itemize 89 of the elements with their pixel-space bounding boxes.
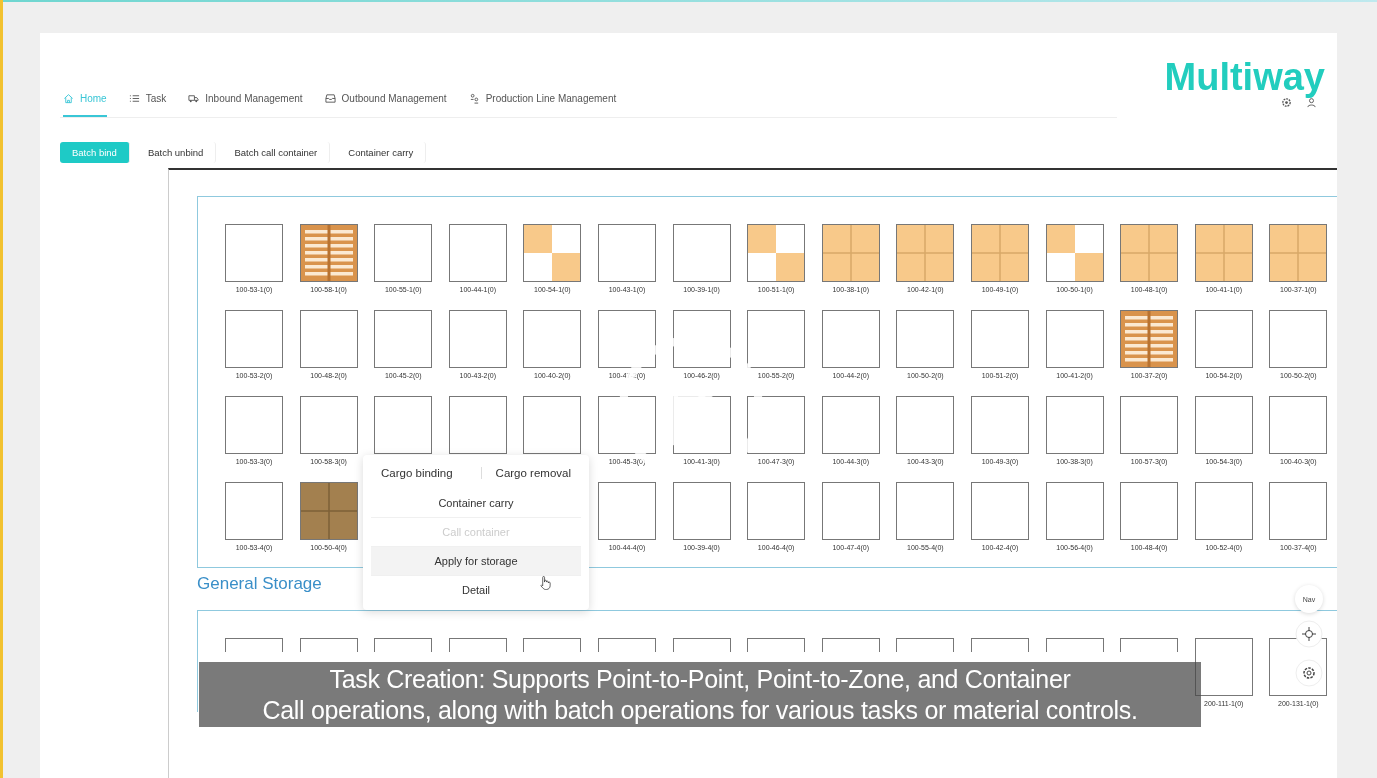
- storage-slot[interactable]: [1194, 482, 1253, 540]
- section-title: General Storage: [197, 574, 322, 594]
- storage-slot[interactable]: [970, 638, 1029, 652]
- storage-slot[interactable]: [1120, 396, 1179, 454]
- storage-slot[interactable]: [448, 224, 507, 282]
- storage-slot[interactable]: [821, 638, 880, 652]
- storage-slot[interactable]: [299, 638, 358, 652]
- list-icon: [128, 93, 140, 104]
- nav-tab[interactable]: Production Line Management: [468, 83, 617, 117]
- storage-slot[interactable]: [448, 396, 507, 454]
- storage-slot[interactable]: [1269, 310, 1328, 368]
- storage-slot[interactable]: [1045, 310, 1104, 368]
- storage-slot[interactable]: [970, 482, 1029, 540]
- storage-slot[interactable]: [672, 638, 731, 652]
- logo: Multiway: [1164, 57, 1325, 97]
- storage-slot[interactable]: [672, 482, 731, 540]
- storage-slot[interactable]: [597, 224, 656, 282]
- storage-slot[interactable]: [299, 224, 358, 282]
- storage-slot[interactable]: [225, 638, 283, 652]
- storage-slot[interactable]: [672, 224, 731, 282]
- people-icon: [468, 93, 480, 104]
- storage-slot[interactable]: [970, 224, 1029, 282]
- storage-slot[interactable]: [299, 310, 358, 368]
- storage-slot[interactable]: [1120, 224, 1179, 282]
- storage-slot[interactable]: [1045, 396, 1104, 454]
- locate-button[interactable]: [1295, 620, 1323, 648]
- menu-item[interactable]: Detail: [371, 576, 581, 604]
- truck-icon: [188, 93, 200, 104]
- settings-icon[interactable]: [1281, 97, 1292, 108]
- hand-cursor-icon: [539, 575, 552, 591]
- storage-slot[interactable]: [1269, 396, 1328, 454]
- storage-slot[interactable]: [1194, 310, 1253, 368]
- tray-icon: [324, 93, 336, 104]
- home-icon: [63, 93, 74, 104]
- storage-slot[interactable]: [597, 638, 656, 652]
- storage-slot[interactable]: [374, 396, 433, 454]
- menu-item[interactable]: Cargo removal: [480, 467, 573, 479]
- storage-slot[interactable]: [896, 638, 955, 652]
- storage-slot[interactable]: [225, 396, 283, 454]
- storage-slot[interactable]: [225, 310, 283, 368]
- storage-slot[interactable]: [1120, 482, 1179, 540]
- storage-slot[interactable]: [896, 310, 955, 368]
- storage-slot[interactable]: [1120, 638, 1179, 652]
- storage-slot[interactable]: [896, 396, 955, 454]
- storage-slot[interactable]: [448, 310, 507, 368]
- settings-button[interactable]: [1295, 659, 1323, 687]
- menu-item[interactable]: Cargo binding: [379, 467, 455, 479]
- storage-slot[interactable]: [1194, 638, 1253, 696]
- caption-line: Task Creation: Supports Point-to-Point, Point-to-Zone, and Container: [329, 664, 1071, 695]
- storage-slot[interactable]: [597, 310, 656, 368]
- storage-slot[interactable]: [970, 310, 1029, 368]
- storage-slot[interactable]: [1269, 482, 1328, 540]
- menu-item[interactable]: Apply for storage: [371, 547, 581, 576]
- storage-slot[interactable]: [821, 310, 880, 368]
- storage-slot[interactable]: [747, 310, 806, 368]
- storage-slot[interactable]: [821, 482, 880, 540]
- storage-slot[interactable]: [374, 310, 433, 368]
- caption-line: Call operations, along with batch operations for various tasks or material controls.: [262, 695, 1138, 726]
- storage-slot[interactable]: [1269, 224, 1328, 282]
- storage-slot[interactable]: [597, 482, 656, 540]
- storage-slot[interactable]: [747, 482, 806, 540]
- storage-slot[interactable]: [523, 310, 582, 368]
- storage-slot[interactable]: [747, 638, 806, 652]
- storage-slot[interactable]: [374, 638, 433, 652]
- storage-slot[interactable]: [747, 224, 806, 282]
- storage-slot[interactable]: [1194, 396, 1253, 454]
- storage-slot[interactable]: [896, 482, 955, 540]
- storage-slot[interactable]: [523, 396, 582, 454]
- storage-slot[interactable]: [1045, 638, 1104, 652]
- storage-slot[interactable]: [1194, 224, 1253, 282]
- nav-tab[interactable]: Inbound Management: [188, 83, 303, 117]
- storage-slot[interactable]: [821, 396, 880, 454]
- storage-slot[interactable]: [225, 482, 283, 540]
- storage-slot[interactable]: [1045, 482, 1104, 540]
- storage-slot[interactable]: [970, 396, 1029, 454]
- storage-slot[interactable]: [225, 224, 283, 282]
- storage-slot[interactable]: [1045, 224, 1104, 282]
- user-icon[interactable]: [1306, 97, 1317, 108]
- storage-slot[interactable]: [821, 224, 880, 282]
- storage-slot[interactable]: [1120, 310, 1179, 368]
- storage-slot[interactable]: [896, 224, 955, 282]
- nav-tab[interactable]: Task: [128, 83, 167, 117]
- storage-slot[interactable]: [448, 638, 507, 652]
- storage-slot[interactable]: [523, 638, 582, 652]
- menu-item[interactable]: Container carry: [371, 489, 581, 518]
- nav-tab[interactable]: Outbound Management: [324, 83, 447, 117]
- storage-slot[interactable]: [523, 224, 582, 282]
- storage-slot[interactable]: [374, 224, 433, 282]
- storage-slot[interactable]: [299, 396, 358, 454]
